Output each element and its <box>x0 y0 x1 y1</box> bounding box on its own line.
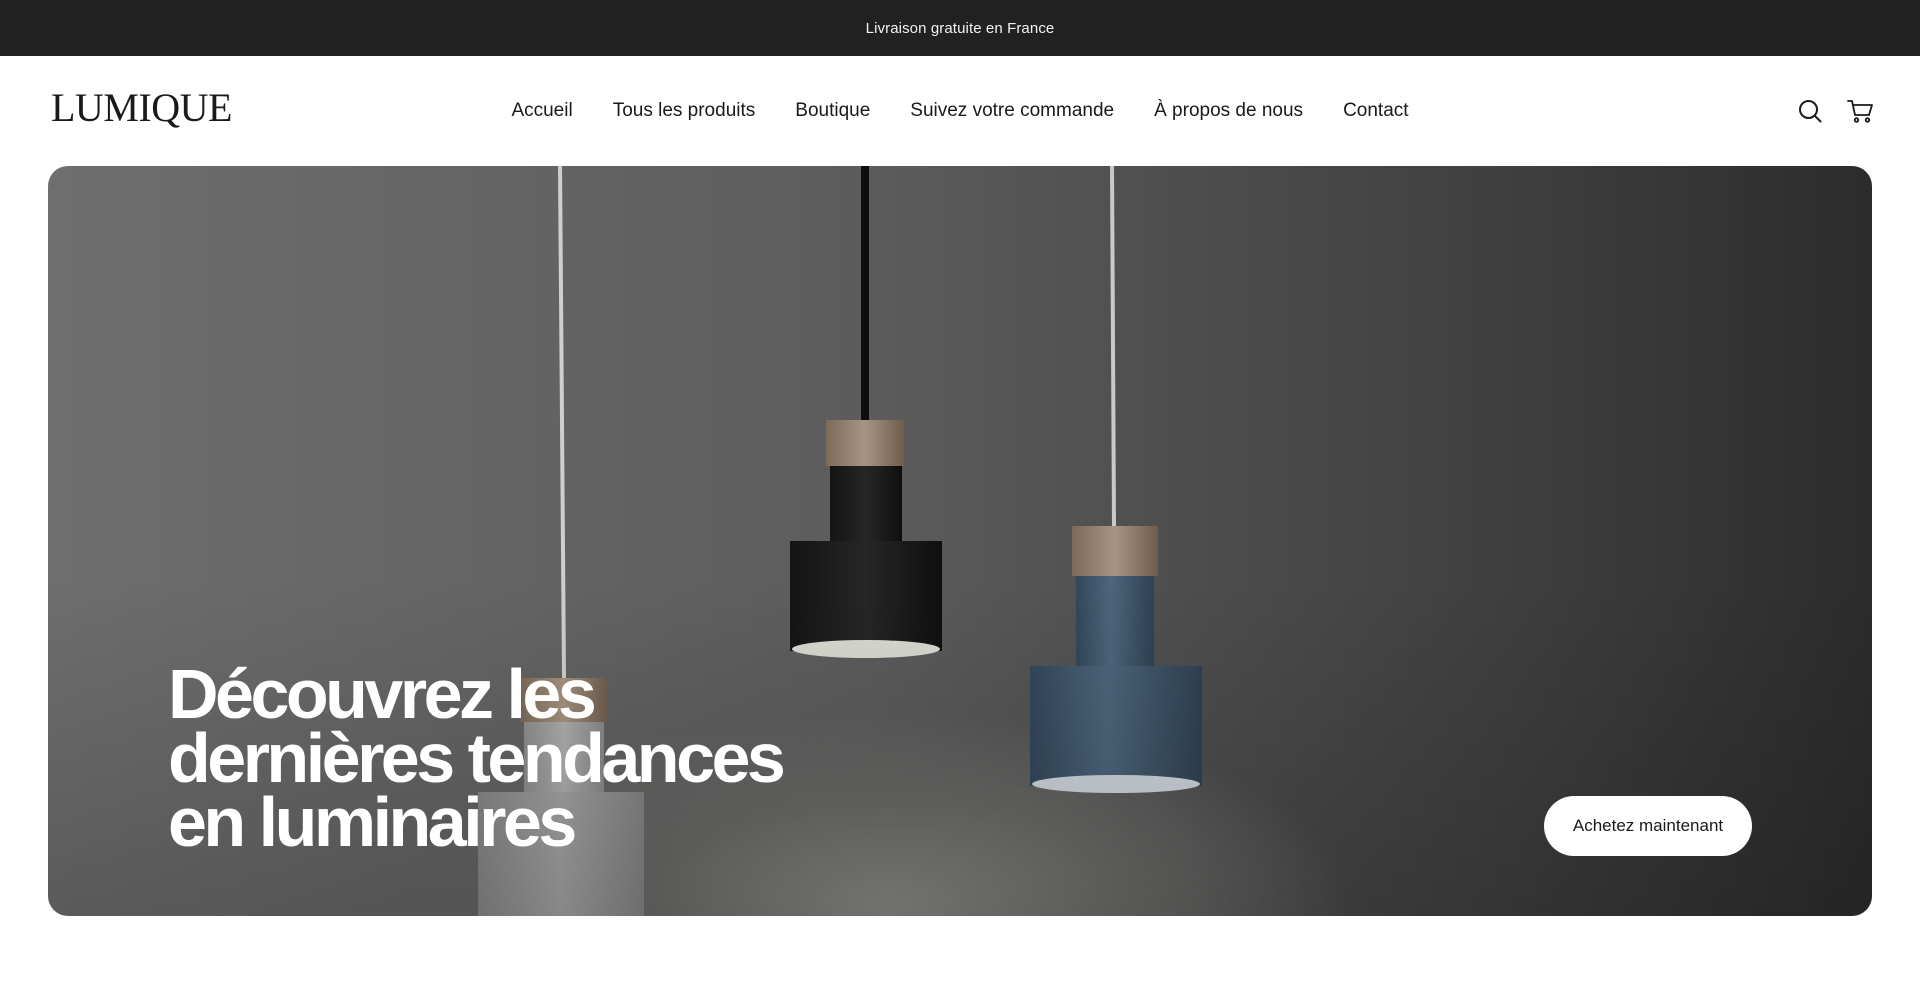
nav-item-tous-les-produits[interactable]: Tous les produits <box>613 100 756 122</box>
nav-item-boutique[interactable]: Boutique <box>795 100 870 122</box>
nav-item-suivez-votre-commande[interactable]: Suivez votre commande <box>910 100 1114 122</box>
cart-button[interactable] <box>1845 96 1875 126</box>
logo[interactable]: LUMIQUE <box>51 86 232 130</box>
search-icon <box>1799 100 1822 123</box>
announcement-bar: Livraison gratuite en France <box>0 0 1920 56</box>
announcement-text: Livraison gratuite en France <box>865 19 1055 37</box>
hero-banner: Découvrez les dernières tendances en lum… <box>48 166 1872 916</box>
hero-title-line-2: dernières tendances <box>168 719 786 797</box>
search-button[interactable] <box>1795 96 1825 126</box>
main-nav: Accueil Tous les produits Boutique Suive… <box>0 56 1920 166</box>
nav-item-contact[interactable]: Contact <box>1343 100 1408 122</box>
hero-title-line-3: en luminaires <box>168 783 577 861</box>
nav-item-accueil[interactable]: Accueil <box>511 100 572 122</box>
nav-item-a-propos[interactable]: À propos de nous <box>1154 100 1303 122</box>
shop-now-button[interactable]: Achetez maintenant <box>1544 796 1752 856</box>
hero-title-line-1: Découvrez les <box>168 655 597 733</box>
hero-title: Découvrez les dernières tendances en lum… <box>168 655 848 861</box>
site-header: LUMIQUE Accueil Tous les produits Boutiq… <box>0 56 1920 166</box>
cart-icon <box>1847 100 1873 123</box>
